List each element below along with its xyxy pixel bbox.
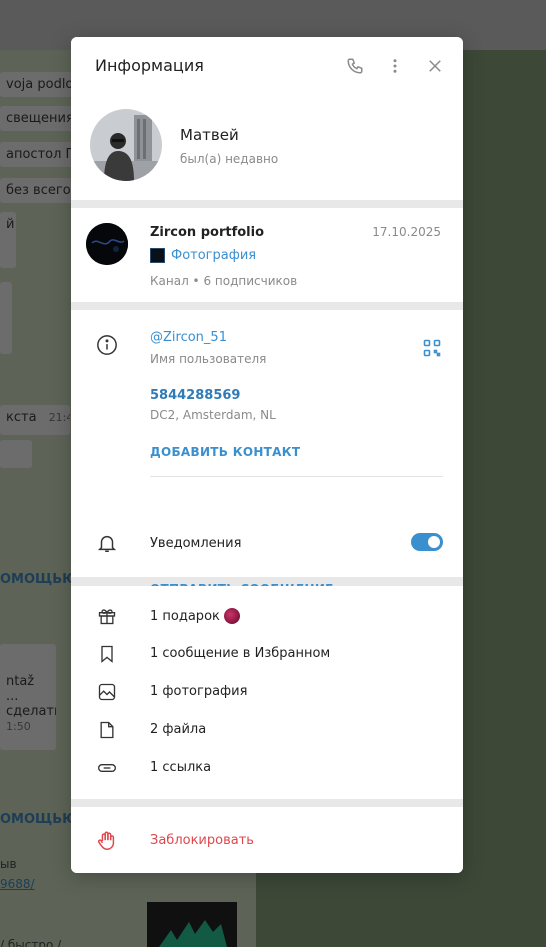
- block-section: Заблокировать: [71, 807, 463, 873]
- contact-info-section: @Zircon_51 Имя пользователя 5844288569 D…: [71, 310, 463, 596]
- channel-avatar: [86, 223, 128, 265]
- channel-name: Zircon portfolio: [150, 225, 265, 240]
- media-label: 1 ссылка: [150, 760, 212, 775]
- personal-channel-section[interactable]: Zircon portfolio 17.10.2025 Фотография К…: [71, 208, 463, 302]
- dialog-title: Информация: [95, 56, 204, 75]
- media-label: 2 файла: [150, 722, 207, 737]
- media-row-files[interactable]: 2 файла: [71, 712, 463, 748]
- user-status: был(а) недавно: [180, 152, 279, 166]
- notifications-toggle[interactable]: [411, 533, 443, 551]
- media-row-photos[interactable]: 1 фотография: [71, 674, 463, 710]
- more-vertical-icon[interactable]: [383, 54, 407, 78]
- info-icon: [95, 333, 119, 357]
- media-label: 1 фотография: [150, 684, 248, 699]
- media-label: 1 сообщение в Избранном: [150, 646, 331, 661]
- gift-count-label: 1 подарок: [150, 608, 220, 624]
- photo-thumbnail: [150, 248, 165, 263]
- avatar[interactable]: [90, 109, 162, 181]
- block-user-button[interactable]: Заблокировать: [150, 833, 254, 848]
- media-row-saved[interactable]: 1 сообщение в Избранном: [71, 636, 463, 672]
- photo-icon: [95, 680, 119, 704]
- gift-emoji-icon: [223, 608, 240, 624]
- phone-icon[interactable]: [343, 54, 367, 78]
- qr-code-icon[interactable]: [423, 339, 441, 357]
- bookmark-icon: [95, 642, 119, 666]
- divider: [150, 476, 443, 477]
- username-label: Имя пользователя: [150, 352, 267, 366]
- phone-sub: DC2, Amsterdam, NL: [150, 408, 276, 422]
- gift-icon: [95, 604, 119, 628]
- media-row-gifts[interactable]: 1 подарок: [71, 598, 463, 634]
- shared-media-section: 1 подарок 1 сообщение в Избранном 1 фото…: [71, 586, 463, 799]
- dialog-header-section: Информация Матвей был(а) недавно: [71, 37, 463, 200]
- media-row-links[interactable]: 1 ссылка: [71, 750, 463, 786]
- channel-date: 17.10.2025: [372, 225, 441, 239]
- hand-stop-icon: [95, 829, 119, 853]
- username-value[interactable]: @Zircon_51: [150, 330, 227, 345]
- channel-message-text: Фотография: [171, 248, 257, 263]
- channel-last-message: Фотография: [150, 248, 256, 263]
- bell-icon: [95, 531, 119, 555]
- media-label: 1 подарок: [150, 608, 240, 624]
- link-icon: [95, 756, 119, 780]
- add-contact-button[interactable]: ДОБАВИТЬ КОНТАКТ: [150, 445, 300, 459]
- notifications-label: Уведомления: [150, 536, 242, 551]
- channel-subtitle: Канал • 6 подписчиков: [150, 274, 298, 288]
- file-icon: [95, 718, 119, 742]
- user-info-dialog: Информация Матвей был(а) недавно Zircon …: [71, 37, 463, 873]
- phone-number[interactable]: 5844288569: [150, 388, 240, 403]
- user-name: Матвей: [180, 126, 239, 144]
- close-icon[interactable]: [423, 54, 447, 78]
